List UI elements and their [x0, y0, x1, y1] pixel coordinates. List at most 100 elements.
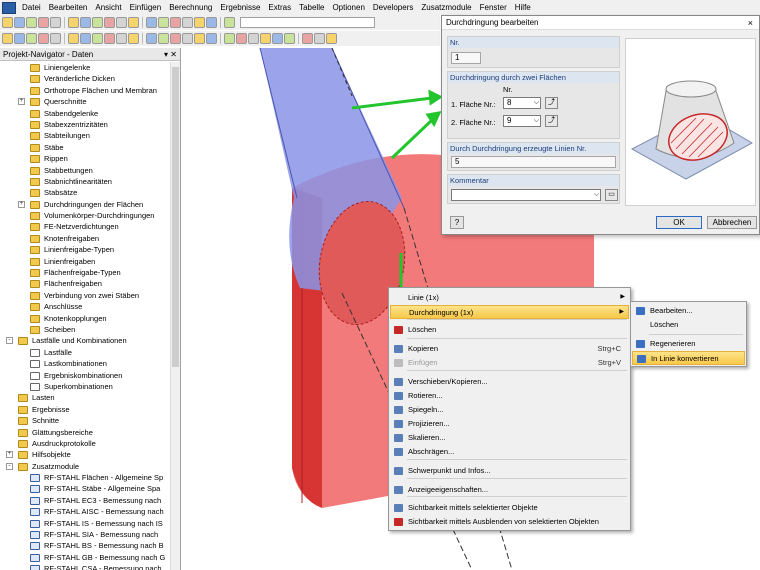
tree-item[interactable]: Scheiben [0, 324, 170, 335]
tree-item[interactable]: Schnitte [0, 415, 170, 426]
tree-item[interactable]: RF-STAHL SIA - Bemessung nach [0, 529, 170, 540]
expand-icon[interactable]: + [6, 451, 13, 459]
tree-item[interactable]: Stabnichtlinearitäten [0, 176, 170, 187]
submenu-item[interactable]: Löschen [632, 318, 745, 332]
expand-icon[interactable]: + [18, 98, 25, 106]
menu-item[interactable]: Developers [369, 0, 417, 15]
toolbar-button[interactable] [206, 17, 217, 28]
tree-item[interactable]: Orthotrope Flächen und Membran [0, 85, 170, 96]
context-menu-item[interactable]: Schwerpunkt und Infos... [390, 464, 629, 478]
toolbar-button[interactable] [80, 17, 91, 28]
toolbar-button[interactable] [68, 33, 79, 44]
tree-item[interactable]: Knotenkopplungen [0, 313, 170, 324]
tree-item[interactable]: + Hilfsobjekte [0, 449, 170, 460]
menu-item[interactable]: Ansicht [91, 0, 125, 15]
toolbar-button[interactable] [182, 17, 193, 28]
context-menu-item[interactable]: Durchdringung (1x) ▶ [390, 305, 629, 319]
tree-item[interactable]: Veränderliche Dicken [0, 73, 170, 84]
comment-library-button[interactable]: ▭ [605, 189, 618, 201]
tree-item[interactable]: Lastkombinationen [0, 358, 170, 369]
context-menu-item[interactable]: Verschieben/Kopieren... [390, 375, 629, 389]
toolbar-button[interactable] [14, 33, 25, 44]
menu-item[interactable]: Tabelle [295, 0, 328, 15]
context-menu-item[interactable]: Sichtbarkeit mittels Ausblenden von sele… [390, 515, 629, 529]
tree-item[interactable]: Volumenkörper-Durchdringungen [0, 210, 170, 221]
toolbar-button[interactable] [272, 33, 283, 44]
collapse-icon[interactable]: - [6, 337, 13, 345]
menu-item[interactable]: Berechnung [165, 0, 216, 15]
tree-item[interactable]: Stabendgelenke [0, 108, 170, 119]
toolbar-button[interactable] [260, 33, 271, 44]
toolbar-button[interactable] [128, 33, 139, 44]
menu-item[interactable]: Einfügen [126, 0, 166, 15]
context-menu-item[interactable]: Kopieren Strg+C [390, 342, 629, 356]
comment-combo[interactable]: ⌵ [451, 189, 601, 201]
tree-item[interactable]: Glättungsbereiche [0, 427, 170, 438]
help-button[interactable]: ? [450, 216, 464, 229]
toolbar-button[interactable] [92, 17, 103, 28]
tree-item[interactable]: RF-STAHL CSA - Bemessung nach [0, 563, 170, 570]
submenu-item[interactable]: Regenerieren [632, 337, 745, 351]
toolbar-button[interactable] [2, 33, 13, 44]
tree-item[interactable]: Verbindung von zwei Stäben [0, 290, 170, 301]
toolbar-button[interactable] [2, 17, 13, 28]
tree-item[interactable]: - Zusatzmodule [0, 461, 170, 472]
tree-item[interactable]: Liniengelenke [0, 62, 170, 73]
context-menu-item[interactable]: Löschen [390, 323, 629, 337]
menu-item[interactable]: Optionen [328, 0, 368, 15]
toolbar-combo[interactable] [240, 17, 375, 28]
tree-item[interactable]: + Durchdringungen der Flächen [0, 199, 170, 210]
tree-item[interactable]: FE-Netzverdichtungen [0, 221, 170, 232]
toolbar-button[interactable] [26, 17, 37, 28]
toolbar-button[interactable] [68, 17, 79, 28]
menu-item[interactable]: Zusatzmodule [417, 0, 475, 15]
context-menu-item[interactable]: Spiegeln... [390, 403, 629, 417]
tree-item[interactable]: RF-STAHL Stäbe - Allgemeine Spa [0, 483, 170, 494]
expand-icon[interactable]: + [18, 200, 25, 208]
collapse-icon[interactable]: - [6, 462, 13, 470]
tree-item[interactable]: RF-STAHL BS - Bemessung nach B [0, 540, 170, 551]
toolbar-button[interactable] [14, 17, 25, 28]
tree-item[interactable]: Lastfälle [0, 347, 170, 358]
surface1-pick-button[interactable]: ⤴ [545, 97, 558, 109]
navigator-scrollbar[interactable] [170, 62, 180, 570]
tree-item[interactable]: Stabexzentrizitäten [0, 119, 170, 130]
toolbar-button[interactable] [80, 33, 91, 44]
ok-button[interactable]: OK [656, 216, 702, 229]
toolbar-button[interactable] [284, 33, 295, 44]
toolbar-button[interactable] [116, 17, 127, 28]
menu-item[interactable]: Datei [18, 0, 45, 15]
toolbar-button[interactable] [38, 33, 49, 44]
surface2-combo[interactable]: 9 ⌵ [503, 115, 541, 127]
toolbar-button[interactable] [146, 33, 157, 44]
toolbar-button[interactable] [104, 17, 115, 28]
context-menu-item[interactable]: Skalieren... [390, 431, 629, 445]
context-menu-item[interactable]: Projizieren... [390, 417, 629, 431]
submenu-item[interactable]: In Linie konvertieren [632, 351, 745, 365]
tree-item[interactable]: Ausdruckprotokolle [0, 438, 170, 449]
toolbar-button[interactable] [302, 33, 313, 44]
toolbar-button[interactable] [146, 17, 157, 28]
toolbar-button[interactable] [26, 33, 37, 44]
scrollbar-thumb[interactable] [172, 67, 179, 367]
tree-item[interactable]: Anschlüsse [0, 301, 170, 312]
navigator-close-icon[interactable]: ▾ ✕ [164, 48, 177, 61]
toolbar-button[interactable] [194, 17, 205, 28]
toolbar-button[interactable] [170, 17, 181, 28]
tree-item[interactable]: RF-STAHL EC3 - Bemessung nach [0, 495, 170, 506]
context-menu-item[interactable]: Anzeigeeigenschaften... [390, 483, 629, 497]
context-menu-item[interactable]: Einfügen Strg+V [390, 356, 629, 370]
toolbar-button[interactable] [236, 33, 247, 44]
context-menu-item[interactable]: Sichtbarkeit mittels selektierter Objekt… [390, 501, 629, 515]
tree-item[interactable]: Ergebniskombinationen [0, 370, 170, 381]
tree-item[interactable]: Lasten [0, 392, 170, 403]
tree-item[interactable]: - Lastfälle und Kombinationen [0, 335, 170, 346]
toolbar-button[interactable] [182, 33, 193, 44]
toolbar-button[interactable] [50, 33, 61, 44]
toolbar-button[interactable] [104, 33, 115, 44]
toolbar-button[interactable] [38, 17, 49, 28]
toolbar-button[interactable] [50, 17, 61, 28]
toolbar-button[interactable] [116, 33, 127, 44]
tree-item[interactable]: Knotenfreigaben [0, 233, 170, 244]
dialog-close-button[interactable]: × [748, 16, 753, 30]
